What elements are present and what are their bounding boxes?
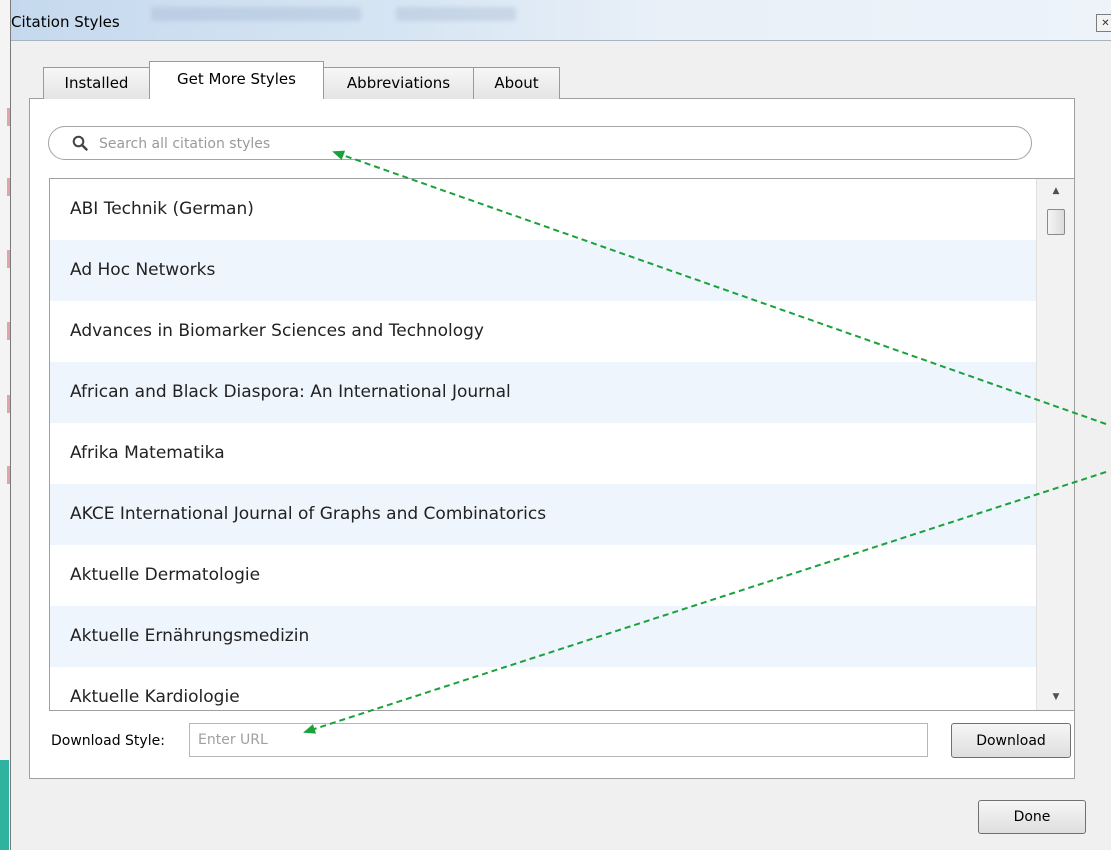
download-style-label: Download Style: bbox=[51, 733, 165, 749]
search-icon bbox=[72, 135, 88, 151]
tab-get-more-styles[interactable]: Get More Styles bbox=[149, 61, 324, 99]
vertical-scrollbar[interactable]: ▲ ▼ bbox=[1036, 179, 1074, 710]
tab-installed[interactable]: Installed bbox=[43, 67, 150, 99]
list-item[interactable]: Aktuelle Ernährungsmedizin bbox=[50, 606, 1036, 667]
scroll-up-arrow-icon[interactable]: ▲ bbox=[1037, 181, 1074, 201]
scroll-thumb[interactable] bbox=[1047, 209, 1065, 235]
list-item[interactable]: Afrika Matematika bbox=[50, 423, 1036, 484]
scroll-down-arrow-icon[interactable]: ▼ bbox=[1037, 687, 1074, 707]
done-button[interactable]: Done bbox=[978, 800, 1086, 834]
list-item[interactable]: ABI Technik (German) bbox=[50, 179, 1036, 240]
tab-about[interactable]: About bbox=[473, 67, 560, 99]
list-item[interactable]: Aktuelle Kardiologie bbox=[50, 667, 1036, 710]
window-title: Citation Styles bbox=[11, 13, 120, 31]
close-icon[interactable]: ✕ bbox=[1096, 14, 1111, 32]
search-box[interactable] bbox=[48, 126, 1032, 160]
page: Citation Styles ✕ Installed Get More Sty… bbox=[0, 0, 1111, 850]
title-bar[interactable]: Citation Styles ✕ bbox=[11, 0, 1111, 41]
list-item[interactable]: Advances in Biomarker Sciences and Techn… bbox=[50, 301, 1036, 362]
list-item[interactable]: Aktuelle Dermatologie bbox=[50, 545, 1036, 606]
download-button[interactable]: Download bbox=[951, 723, 1071, 758]
list-item[interactable]: AKCE International Journal of Graphs and… bbox=[50, 484, 1036, 545]
desktop-background-strip bbox=[0, 0, 10, 850]
download-url-input[interactable] bbox=[189, 723, 928, 757]
style-list[interactable]: ABI Technik (German) Ad Hoc Networks Adv… bbox=[49, 178, 1075, 711]
tab-abbreviations[interactable]: Abbreviations bbox=[323, 67, 474, 99]
desktop-teal-strip bbox=[0, 760, 9, 850]
search-input[interactable] bbox=[97, 130, 1001, 158]
list-item[interactable]: Ad Hoc Networks bbox=[50, 240, 1036, 301]
list-item[interactable]: African and Black Diaspora: An Internati… bbox=[50, 362, 1036, 423]
